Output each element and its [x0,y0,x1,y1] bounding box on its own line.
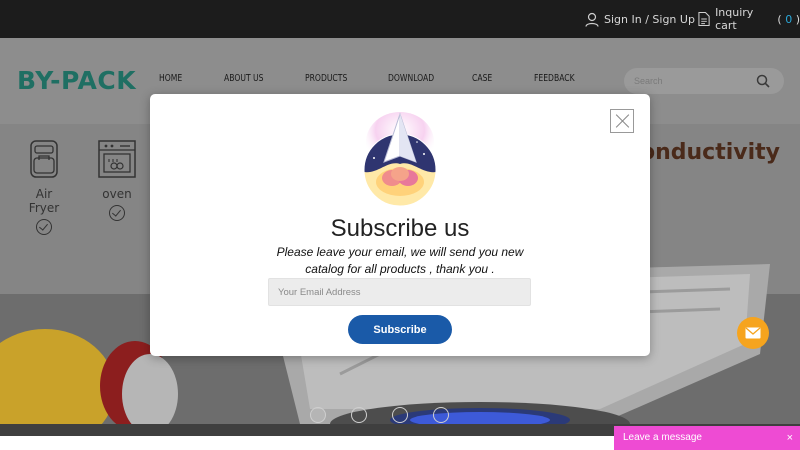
feature-label: Air Fryer [28,187,60,215]
cart-close-paren: ) [792,12,800,26]
feature-label: oven [102,187,132,201]
hero-tagline: onductivity [640,140,781,165]
sign-in-link[interactable]: Sign In / Sign Up [585,11,695,27]
slider-dot-3[interactable] [392,407,408,423]
nav-download[interactable]: DOWNLOAD [388,73,434,84]
envelope-icon [745,327,761,339]
close-icon[interactable] [610,109,634,133]
search-icon[interactable] [756,74,770,88]
check-circle-icon [109,205,125,221]
modal-title: Subscribe us [330,215,470,242]
nav-products[interactable]: PRODUCTS [305,73,347,84]
check-circle-icon [36,219,52,235]
sign-in-label: Sign In / Sign Up [604,12,695,26]
air-fryer-icon [30,140,58,178]
slider-dot-1[interactable] [310,407,326,423]
email-field[interactable] [268,278,531,306]
user-icon [585,12,599,27]
cart-open-paren: ( [773,12,786,26]
rocket-icon [363,112,437,207]
close-icon[interactable]: × [787,426,793,450]
search-box [624,68,784,94]
inquiry-cart-label: Inquiry cart [715,6,754,32]
slider-dot-2[interactable] [351,407,367,423]
feature-oven: oven [93,138,141,221]
nav-feedback[interactable]: FEEDBACK [534,73,575,84]
top-bar: Sign In / Sign Up Inquiry cart ( 0 ) [0,0,800,38]
inquiry-cart-link[interactable]: Inquiry cart ( 0 ) [698,6,800,32]
email-chat-button[interactable] [737,317,769,349]
document-icon [698,11,710,27]
nav-case[interactable]: CASE [472,73,492,84]
nav-about-us[interactable]: ABOUT US [224,73,263,84]
logo[interactable]: BY-PACK [17,66,136,95]
slider-dot-4[interactable] [433,407,449,423]
oven-icon [98,140,136,178]
cart-count: 0 [785,12,793,26]
nav-home[interactable]: HOME [159,73,182,84]
subscribe-modal: Subscribe us Please leave your email, we… [150,94,650,356]
leave-message-label: Leave a message [623,432,702,443]
modal-description: Please leave your email, we will send yo… [276,245,524,276]
subscribe-button[interactable]: Subscribe [348,315,452,344]
feature-air-fryer: Air Fryer [20,138,68,235]
search-input[interactable] [634,73,754,89]
leave-message-bar[interactable]: Leave a message × [614,426,800,450]
